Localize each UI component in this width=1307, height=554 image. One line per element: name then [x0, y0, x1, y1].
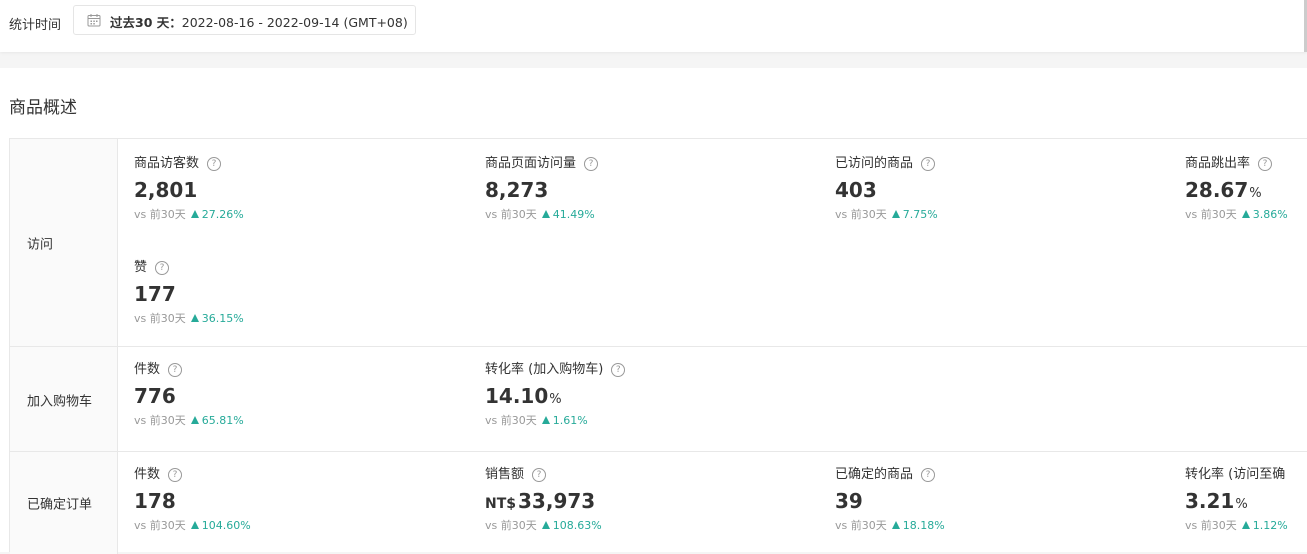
date-range-text: 过去30 天：2022-08-16 - 2022-09-14 (GMT+08)	[110, 12, 408, 31]
arrow-up-icon	[1241, 521, 1250, 529]
calendar-icon	[87, 14, 101, 27]
metric-card: 转化率 (加入购物车)? 14.10% vs 前30天 1.61%	[485, 361, 825, 428]
metric-value: 178	[134, 489, 176, 513]
metric-compare: vs 前30天 1.12%	[1185, 519, 1288, 532]
help-icon[interactable]: ?	[168, 468, 183, 482]
metric-card: 赞? 177 vs 前30天 36.15%	[134, 259, 474, 326]
metric-table: 访问 商品访客数? 2,801 vs 前30天 27.26% 商品页面访问量? 8…	[9, 138, 1307, 554]
arrow-up-icon	[541, 416, 550, 424]
row-visit: 访问 商品访客数? 2,801 vs 前30天 27.26% 商品页面访问量? 8…	[10, 139, 1307, 346]
metric-card: 商品访客数? 2,801 vs 前30天 27.26%	[134, 155, 474, 222]
metric-name: 已访问的商品	[835, 156, 914, 171]
date-range-picker[interactable]: 过去30 天：2022-08-16 - 2022-09-14 (GMT+08)	[73, 5, 416, 35]
row-label: 已确定订单	[10, 452, 118, 554]
metric-name: 赞	[134, 260, 148, 275]
change-up: 27.26%	[190, 208, 244, 221]
metric-compare: vs 前30天 108.63%	[485, 519, 602, 532]
change-up: 41.49%	[541, 208, 595, 221]
metric-card: 件数? 776 vs 前30天 65.81%	[134, 361, 474, 428]
metric-name: 已确定的商品	[835, 467, 914, 482]
row-confirmed-order: 已确定订单 件数? 178 vs 前30天 104.60% 销售额? NT$ 33,…	[10, 451, 1307, 554]
arrow-up-icon	[190, 210, 199, 218]
change-up: 36.15%	[190, 312, 244, 325]
metric-compare: vs 前30天 65.81%	[134, 414, 244, 427]
metric-compare: vs 前30天 7.75%	[835, 208, 938, 221]
metric-compare: vs 前30天 18.18%	[835, 519, 945, 532]
metric-name: 销售额	[485, 467, 525, 482]
help-icon[interactable]: ?	[207, 157, 222, 171]
metric-compare: vs 前30天 3.86%	[1185, 208, 1288, 221]
metric-card: 销售额? NT$ 33,973 vs 前30天 108.63%	[485, 466, 825, 533]
arrow-up-icon	[190, 416, 199, 424]
row-add-to-cart: 加入购物车 件数? 776 vs 前30天 65.81% 转化率 (加入购物车)?…	[10, 346, 1307, 452]
help-icon[interactable]: ?	[1258, 157, 1273, 171]
row-label-text: 访问	[27, 237, 54, 252]
help-icon[interactable]: ?	[921, 157, 936, 171]
date-range-value: 2022-08-16 - 2022-09-14 (GMT+08)	[181, 15, 408, 30]
help-icon[interactable]: ?	[611, 363, 626, 377]
change-up: 1.12%	[1241, 519, 1288, 532]
arrow-up-icon	[891, 210, 900, 218]
metric-name: 转化率 (访问至确	[1185, 467, 1286, 482]
filter-bar: 统计时间 过去30 天：2022-08-16 - 2022-09-14 (GMT…	[0, 0, 1307, 52]
help-icon[interactable]: ?	[532, 468, 547, 482]
change-up: 108.63%	[541, 519, 602, 532]
row-label: 访问	[10, 139, 118, 346]
change-up: 3.86%	[1241, 208, 1288, 221]
row-label: 加入购物车	[10, 347, 118, 452]
metric-value: 3.21%	[1185, 489, 1248, 513]
metric-value: 14.10%	[485, 384, 562, 408]
metric-card: 转化率 (访问至确 3.21% vs 前30天 1.12%	[1185, 466, 1307, 533]
metric-value: 8,273	[485, 178, 549, 202]
change-up: 104.60%	[190, 519, 251, 532]
change-up: 1.61%	[541, 414, 588, 427]
metric-compare: vs 前30天 104.60%	[134, 519, 251, 532]
row-label-text: 已确定订单	[27, 497, 93, 513]
arrow-up-icon	[541, 521, 550, 529]
metric-name: 转化率 (加入购物车)	[485, 362, 604, 377]
metric-card: 商品跳出率? 28.67% vs 前30天 3.86%	[1185, 155, 1307, 222]
help-icon[interactable]: ?	[921, 468, 936, 482]
change-up: 65.81%	[190, 414, 244, 427]
arrow-up-icon	[891, 521, 900, 529]
help-icon[interactable]: ?	[168, 363, 183, 377]
metric-card: 件数? 178 vs 前30天 104.60%	[134, 466, 474, 533]
change-up: 18.18%	[891, 519, 945, 532]
row-label-text: 加入购物车	[27, 394, 93, 409]
metric-compare: vs 前30天 41.49%	[485, 208, 595, 221]
metric-value: 28.67%	[1185, 178, 1262, 202]
help-icon[interactable]: ?	[584, 157, 599, 171]
metric-name: 件数	[134, 362, 161, 377]
date-range-prefix: 过去30 天：	[110, 15, 182, 30]
metric-card: 已确定的商品? 39 vs 前30天 18.18%	[835, 466, 1175, 533]
metric-value: NT$ 33,973	[485, 489, 596, 513]
metric-card: 商品页面访问量? 8,273 vs 前30天 41.49%	[485, 155, 825, 222]
metric-name: 商品跳出率	[1185, 156, 1251, 171]
arrow-up-icon	[541, 210, 550, 218]
panel-title: 商品概述	[9, 98, 77, 118]
currency: NT$	[485, 496, 517, 512]
product-overview-panel: 商品概述 访问 商品访客数? 2,801 vs 前30天 27.26% 商品页面访…	[0, 68, 1307, 554]
metric-compare: vs 前30天 27.26%	[134, 208, 244, 221]
metric-name: 商品访客数	[134, 156, 200, 171]
metric-name: 件数	[134, 467, 161, 482]
stat-time-label: 统计时间	[9, 18, 62, 33]
arrow-up-icon	[190, 314, 199, 322]
metric-value: 776	[134, 384, 176, 408]
arrow-up-icon	[1241, 210, 1250, 218]
help-icon[interactable]: ?	[155, 261, 170, 275]
metric-value: 177	[134, 282, 176, 306]
change-up: 7.75%	[891, 208, 938, 221]
arrow-up-icon	[190, 521, 199, 529]
metric-value: 2,801	[134, 178, 198, 202]
metric-name: 商品页面访问量	[485, 156, 577, 171]
metric-compare: vs 前30天 1.61%	[485, 414, 588, 427]
metric-value: 39	[835, 489, 863, 513]
metric-value: 403	[835, 178, 877, 202]
metric-compare: vs 前30天 36.15%	[134, 312, 244, 325]
metric-card: 已访问的商品? 403 vs 前30天 7.75%	[835, 155, 1175, 222]
